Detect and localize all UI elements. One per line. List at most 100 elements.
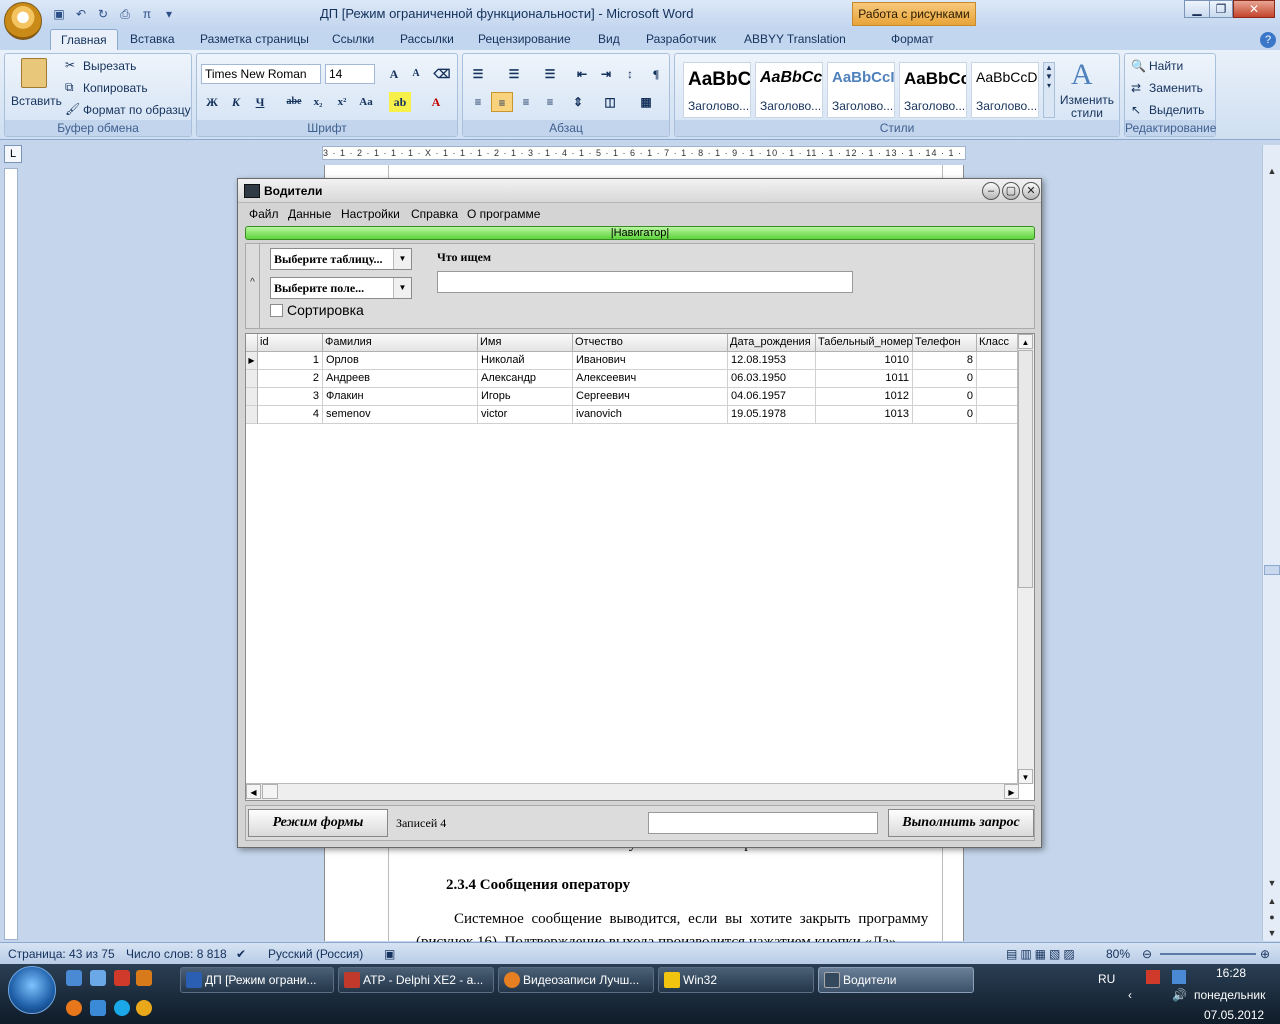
explorer-icon[interactable] — [90, 1000, 106, 1016]
highlight-icon[interactable]: ab — [389, 92, 411, 112]
firefox-icon[interactable] — [66, 1000, 82, 1016]
grid-cell[interactable]: 1011 — [816, 370, 913, 388]
current-row-icon[interactable]: ▶ — [246, 352, 258, 370]
grid-cell[interactable] — [977, 406, 1019, 424]
equation-icon[interactable]: π — [138, 5, 156, 23]
menu-help[interactable]: Справка — [411, 207, 458, 221]
prev-page-icon[interactable]: ▲ — [1264, 893, 1280, 909]
tab-abbyy[interactable]: ABBYY Translation — [744, 29, 846, 50]
word-count[interactable]: Число слов: 8 818 — [126, 947, 227, 961]
show-marks-icon[interactable]: ¶ — [645, 64, 667, 84]
align-center-icon[interactable]: ≡ — [491, 92, 513, 112]
sort-checkbox[interactable] — [270, 304, 283, 317]
grid-cell[interactable]: 8 — [913, 352, 977, 370]
underline-button[interactable]: Ч — [249, 92, 271, 112]
subscript-button[interactable]: x₂ — [307, 92, 329, 112]
column-header[interactable]: id — [258, 334, 323, 352]
grid-cell[interactable]: Флакин — [323, 388, 478, 406]
drivers-window-titlebar[interactable] — [238, 179, 1041, 203]
maximize-button[interactable]: ❐ — [1209, 0, 1233, 18]
replace-button[interactable]: Заменить — [1149, 81, 1203, 95]
multilevel-icon[interactable]: ☰ — [539, 64, 561, 84]
grid-cell[interactable]: 0 — [913, 388, 977, 406]
taskbar-item-app[interactable]: Водители — [818, 967, 974, 993]
menu-settings[interactable]: Настройки — [341, 207, 400, 221]
align-right-icon[interactable]: ≡ — [515, 92, 537, 112]
scroll-down-icon[interactable]: ▼ — [1018, 769, 1033, 784]
grid-cell[interactable]: Игорь — [478, 388, 573, 406]
borders-icon[interactable]: ▦ — [635, 92, 657, 112]
align-left-icon[interactable]: ≡ — [467, 92, 489, 112]
help-icon[interactable]: ? — [1260, 32, 1276, 48]
avast-icon[interactable] — [136, 1000, 152, 1016]
grid-cell[interactable]: Алексеевич — [573, 370, 728, 388]
superscript-button[interactable]: x² — [331, 92, 353, 112]
format-painter-button[interactable]: Формат по образцу — [83, 103, 191, 117]
scroll-up-icon[interactable]: ▲ — [1018, 334, 1033, 349]
scroll-thumb[interactable] — [1018, 350, 1033, 588]
grid-cell[interactable]: 1 — [258, 352, 323, 370]
document-scrollbar[interactable]: ▲ ▼ ▲ ● ▼ — [1262, 145, 1280, 941]
shrink-font-icon[interactable]: A — [405, 64, 427, 84]
grid-cell[interactable]: ivanovich — [573, 406, 728, 424]
tray-icon-red[interactable] — [1146, 970, 1160, 984]
page-counter[interactable]: Страница: 43 из 75 — [8, 947, 115, 961]
tray-expand-icon[interactable]: ‹ — [1128, 988, 1132, 1002]
cut-button[interactable]: Вырезать — [83, 59, 136, 73]
tab-stop-selector[interactable]: L — [4, 145, 22, 163]
scroll-down-icon[interactable]: ▼ — [1264, 875, 1280, 891]
volume-icon[interactable]: 🔊 — [1172, 988, 1187, 1002]
column-header[interactable]: Дата_рождения — [728, 334, 816, 352]
style-tile[interactable]: AaBbCcI Заголово... — [827, 62, 895, 118]
language-indicator[interactable]: Русский (Россия) — [268, 947, 363, 961]
clock-day[interactable]: понедельник — [1194, 988, 1265, 1002]
app-quicklaunch-icon[interactable] — [114, 970, 130, 986]
tray-icon-network[interactable] — [1172, 970, 1186, 984]
grid-cell[interactable]: victor — [478, 406, 573, 424]
numbering-icon[interactable]: ☰ — [503, 64, 525, 84]
zoom-slider[interactable] — [1160, 953, 1256, 955]
switch-windows-icon[interactable] — [90, 970, 106, 986]
tab-review[interactable]: Рецензирование — [478, 29, 571, 50]
copy-button[interactable]: Копировать — [83, 81, 148, 95]
browse-object-icon[interactable]: ● — [1264, 909, 1280, 925]
run-query-button[interactable]: Выполнить запрос — [888, 809, 1034, 837]
style-tile[interactable]: AaBbC Заголово... — [683, 62, 751, 118]
tab-references[interactable]: Ссылки — [332, 29, 374, 50]
form-mode-button[interactable]: Режим формы — [248, 809, 388, 837]
undo-icon[interactable]: ↶ — [72, 5, 90, 23]
taskbar-item-folder[interactable]: Win32 — [658, 967, 814, 993]
grid-cell[interactable]: 2 — [258, 370, 323, 388]
grid-cell[interactable]: Александр — [478, 370, 573, 388]
row-indicator[interactable] — [246, 406, 258, 424]
decrease-indent-icon[interactable]: ⇤ — [571, 64, 593, 84]
column-header[interactable]: Отчество — [573, 334, 728, 352]
grid-cell[interactable]: Иванович — [573, 352, 728, 370]
show-desktop-icon[interactable] — [66, 970, 82, 986]
navigator-bar[interactable]: |Навигатор| — [245, 226, 1035, 240]
zoom-level[interactable]: 80% — [1106, 947, 1130, 961]
change-styles-button[interactable]: Изменить стили — [1059, 94, 1115, 120]
query-input[interactable] — [648, 812, 878, 834]
redo-icon[interactable]: ↻ — [94, 5, 112, 23]
paste-icon[interactable] — [21, 58, 47, 88]
grow-font-icon[interactable]: A — [383, 64, 405, 84]
grid-cell[interactable]: Андреев — [323, 370, 478, 388]
grid-cell[interactable]: 1010 — [816, 352, 913, 370]
tab-developer[interactable]: Разработчик — [646, 29, 716, 50]
clock-date[interactable]: 07.05.2012 — [1204, 1008, 1264, 1022]
paste-button[interactable]: Вставить — [11, 94, 62, 108]
skype-icon[interactable] — [114, 1000, 130, 1016]
increase-indent-icon[interactable]: ⇥ — [595, 64, 617, 84]
close-button[interactable]: ✕ — [1233, 0, 1275, 18]
menu-about[interactable]: О программе — [467, 207, 540, 221]
zoom-in-icon[interactable]: ⊕ — [1260, 947, 1270, 961]
search-input[interactable] — [437, 271, 853, 293]
grid-cell[interactable]: 12.08.1953 — [728, 352, 816, 370]
row-indicator[interactable] — [246, 388, 258, 406]
tab-insert[interactable]: Вставка — [130, 29, 175, 50]
language-indicator[interactable]: RU — [1098, 972, 1115, 986]
scroll-up-icon[interactable]: ▲ — [1264, 163, 1280, 179]
column-header[interactable]: Фамилия — [323, 334, 478, 352]
grid-cell[interactable] — [977, 388, 1019, 406]
